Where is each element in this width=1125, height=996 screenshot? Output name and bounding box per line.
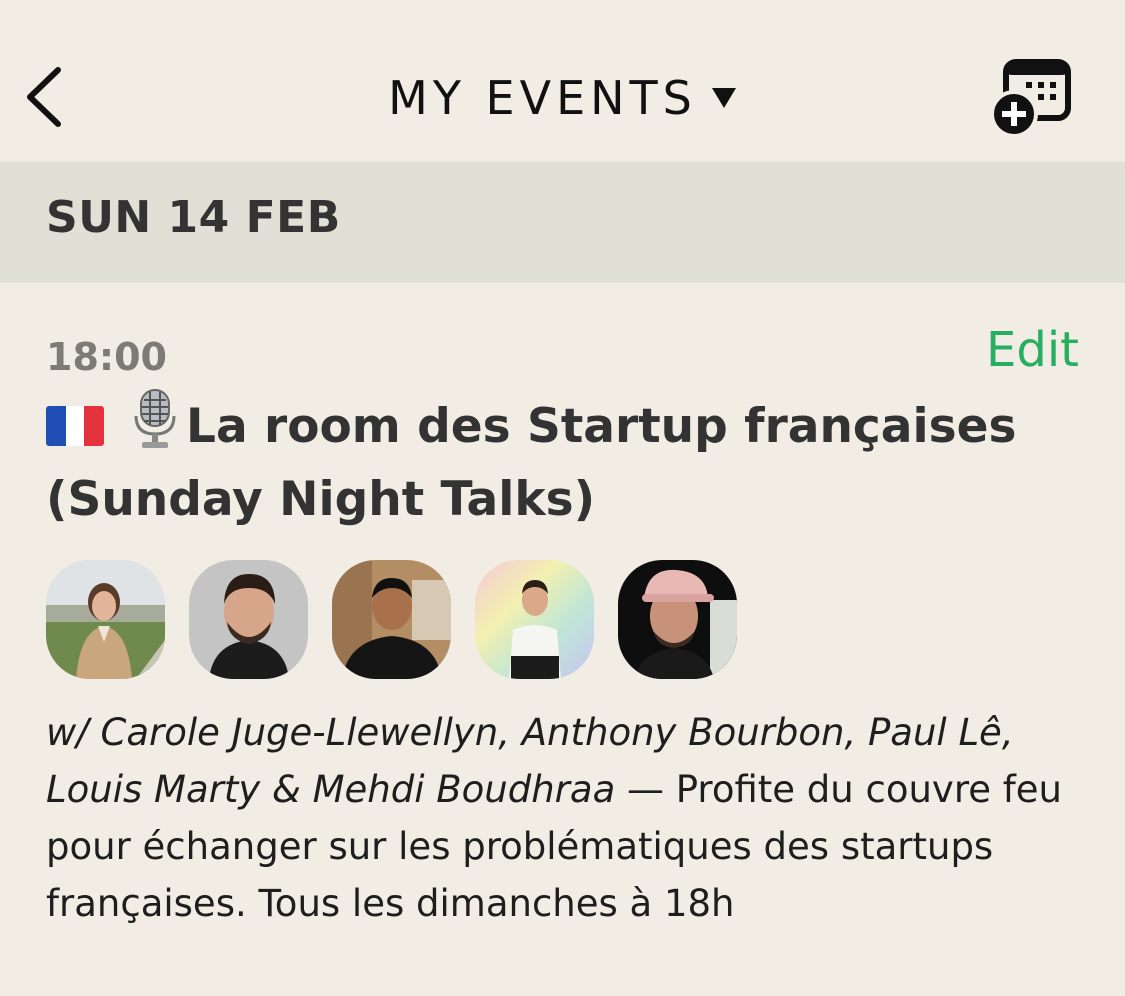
back-button[interactable]: [20, 60, 80, 134]
date-label: SUN 14 FEB: [46, 192, 341, 243]
calendar-plus-icon: [990, 59, 1071, 138]
event-title-text: La room des Startup françaises (Sunday N…: [46, 399, 1017, 527]
avatar-paul-le[interactable]: [332, 560, 451, 679]
french-flag-icon: [46, 406, 104, 446]
event-title-block[interactable]: La room des Startup françaises (Sunday N…: [46, 388, 1086, 536]
avatar-carole-juge-llewellyn[interactable]: [46, 560, 165, 679]
avatar-louis-marty[interactable]: [475, 560, 594, 679]
avatar-mehdi-boudhraa[interactable]: [618, 560, 737, 679]
events-filter-dropdown[interactable]: MY EVENTS: [388, 75, 737, 121]
page-title: MY EVENTS: [388, 71, 697, 125]
avatar-anthony-bourbon[interactable]: [189, 560, 308, 679]
event-time: 18:00: [46, 335, 167, 379]
caret-down-icon: [711, 88, 736, 108]
add-event-button[interactable]: [986, 56, 1076, 142]
edit-button[interactable]: Edit: [986, 326, 1079, 374]
microphone-icon: [134, 389, 176, 448]
chevron-left-icon: [27, 67, 61, 127]
speaker-avatars: [46, 560, 737, 679]
event-description: w/ Carole Juge-Llewellyn, Anthony Bourbo…: [46, 704, 1096, 932]
top-navigation-bar: MY EVENTS: [0, 0, 1125, 162]
